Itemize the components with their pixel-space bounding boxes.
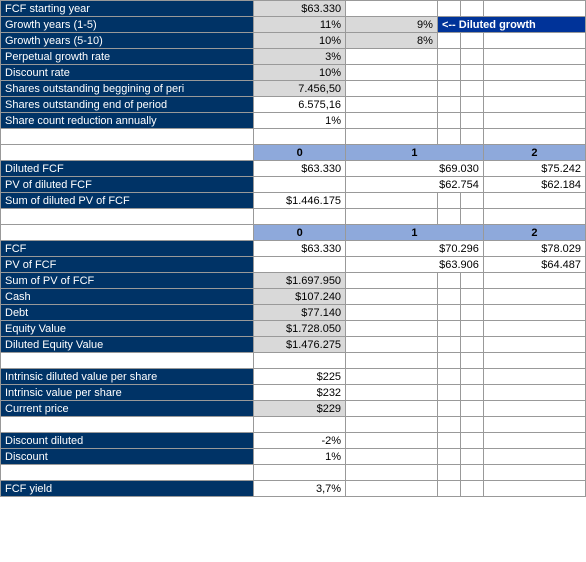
label: PV of FCF bbox=[1, 257, 254, 273]
label: Current price bbox=[1, 401, 254, 417]
value: 3% bbox=[254, 49, 346, 65]
value: 1% bbox=[254, 113, 346, 129]
val-0: $63.330 bbox=[254, 241, 346, 257]
row-growth-1-5: Growth years (1-5) 11% 9% <-- Diluted gr… bbox=[1, 17, 586, 33]
val-2: $62.184 bbox=[483, 177, 585, 193]
label: Shares outstanding end of period bbox=[1, 97, 254, 113]
value-b: 9% bbox=[346, 17, 438, 33]
row-discount-rate: Discount rate 10% bbox=[1, 65, 586, 81]
value: 3,7% bbox=[254, 481, 346, 497]
value: 10% bbox=[254, 65, 346, 81]
value: 1% bbox=[254, 449, 346, 465]
label: FCF starting year bbox=[1, 1, 254, 17]
label: Growth years (1-5) bbox=[1, 17, 254, 33]
value: $229 bbox=[254, 401, 346, 417]
val-1: $70.296 bbox=[346, 241, 484, 257]
dcf-table: FCF starting year $63.330 Growth years (… bbox=[0, 0, 586, 497]
col-1: 1 bbox=[346, 225, 484, 241]
label: Debt bbox=[1, 305, 254, 321]
note-diluted-growth: <-- Diluted growth bbox=[437, 17, 585, 33]
label: FCF bbox=[1, 241, 254, 257]
val-1: $62.754 bbox=[346, 177, 484, 193]
label: FCF yield bbox=[1, 481, 254, 497]
value-b: 8% bbox=[346, 33, 438, 49]
col-2: 2 bbox=[483, 145, 585, 161]
label: PV of diluted FCF bbox=[1, 177, 254, 193]
value: $232 bbox=[254, 385, 346, 401]
value: $1.697.950 bbox=[254, 273, 346, 289]
row-intrinsic: Intrinsic value per share $232 bbox=[1, 385, 586, 401]
label: Diluted FCF bbox=[1, 161, 254, 177]
value: $225 bbox=[254, 369, 346, 385]
row-discount: Discount 1% bbox=[1, 449, 586, 465]
value: $1.476.275 bbox=[254, 337, 346, 353]
row-intrinsic-diluted: Intrinsic diluted value per share $225 bbox=[1, 369, 586, 385]
label: Intrinsic diluted value per share bbox=[1, 369, 254, 385]
label: Growth years (5-10) bbox=[1, 33, 254, 49]
col-2: 2 bbox=[483, 225, 585, 241]
row-growth-5-10: Growth years (5-10) 10% 8% bbox=[1, 33, 586, 49]
row-discount-diluted: Discount diluted -2% bbox=[1, 433, 586, 449]
value: $1.728.050 bbox=[254, 321, 346, 337]
row-diluted-equity-value: Diluted Equity Value $1.476.275 bbox=[1, 337, 586, 353]
val-1: $69.030 bbox=[346, 161, 484, 177]
row-shares-begin: Shares outstanding beggining of peri 7.4… bbox=[1, 81, 586, 97]
header-fcf: 0 1 2 bbox=[1, 225, 586, 241]
value: $77.140 bbox=[254, 305, 346, 321]
value-a: 11% bbox=[254, 17, 346, 33]
row-fcf: FCF $63.330 $70.296 $78.029 bbox=[1, 241, 586, 257]
value: $1.446.175 bbox=[254, 193, 346, 209]
row-sum-pv-fcf: Sum of PV of FCF $1.697.950 bbox=[1, 273, 586, 289]
label: Sum of diluted PV of FCF bbox=[1, 193, 254, 209]
value: $63.330 bbox=[254, 1, 346, 17]
col-0: 0 bbox=[254, 225, 346, 241]
value: 7.456,50 bbox=[254, 81, 346, 97]
val-2: $64.487 bbox=[483, 257, 585, 273]
label: Discount rate bbox=[1, 65, 254, 81]
row-fcf-yield: FCF yield 3,7% bbox=[1, 481, 586, 497]
row-share-reduction: Share count reduction annually 1% bbox=[1, 113, 586, 129]
row-shares-end: Shares outstanding end of period 6.575,1… bbox=[1, 97, 586, 113]
row-pv-fcf: PV of FCF $63.906 $64.487 bbox=[1, 257, 586, 273]
label: Discount bbox=[1, 449, 254, 465]
row-equity-value: Equity Value $1.728.050 bbox=[1, 321, 586, 337]
value: 6.575,16 bbox=[254, 97, 346, 113]
col-0: 0 bbox=[254, 145, 346, 161]
row-pv-diluted: PV of diluted FCF $62.754 $62.184 bbox=[1, 177, 586, 193]
row-debt: Debt $77.140 bbox=[1, 305, 586, 321]
val-0: $63.330 bbox=[254, 161, 346, 177]
label: Equity Value bbox=[1, 321, 254, 337]
value-a: 10% bbox=[254, 33, 346, 49]
label: Cash bbox=[1, 289, 254, 305]
row-fcf-start: FCF starting year $63.330 bbox=[1, 1, 586, 17]
row-perpetual: Perpetual growth rate 3% bbox=[1, 49, 586, 65]
val-2: $75.242 bbox=[483, 161, 585, 177]
label: Intrinsic value per share bbox=[1, 385, 254, 401]
label: Diluted Equity Value bbox=[1, 337, 254, 353]
row-diluted-fcf: Diluted FCF $63.330 $69.030 $75.242 bbox=[1, 161, 586, 177]
row-current-price: Current price $229 bbox=[1, 401, 586, 417]
label: Perpetual growth rate bbox=[1, 49, 254, 65]
label: Share count reduction annually bbox=[1, 113, 254, 129]
label: Shares outstanding beggining of peri bbox=[1, 81, 254, 97]
value: -2% bbox=[254, 433, 346, 449]
col-1: 1 bbox=[346, 145, 484, 161]
row-sum-diluted: Sum of diluted PV of FCF $1.446.175 bbox=[1, 193, 586, 209]
value: $107.240 bbox=[254, 289, 346, 305]
header-diluted: 0 1 2 bbox=[1, 145, 586, 161]
label: Discount diluted bbox=[1, 433, 254, 449]
label: Sum of PV of FCF bbox=[1, 273, 254, 289]
val-2: $78.029 bbox=[483, 241, 585, 257]
val-1: $63.906 bbox=[346, 257, 484, 273]
row-cash: Cash $107.240 bbox=[1, 289, 586, 305]
